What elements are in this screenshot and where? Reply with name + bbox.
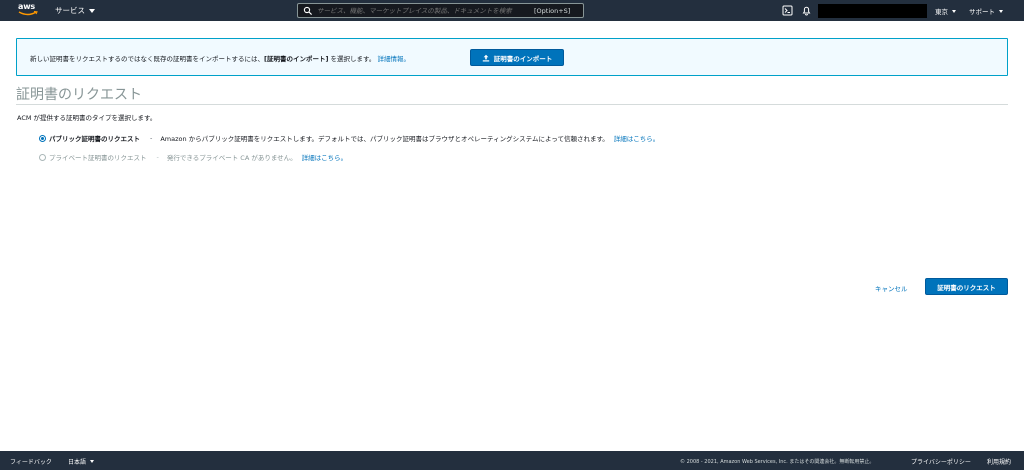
services-label: サービス [55,6,85,15]
chevron-down-icon [89,8,95,13]
option-label: パブリック証明書のリクエスト [49,135,140,143]
search-box[interactable]: [Option+S] [297,3,584,18]
bell-icon[interactable] [801,5,812,16]
chevron-down-icon [90,460,95,463]
copyright-text: © 2008 - 2021, Amazon Web Services, Inc.… [680,459,875,465]
banner-text-before: 新しい証明書をリクエストするのではなく既存の証明書をインポートするには、 [30,55,264,63]
aws-logo-text: aws [18,2,35,11]
language-selector[interactable]: 日本語 [68,457,95,466]
option-separator: - [150,134,153,142]
search-shortcut: [Option+S] [534,6,571,15]
option-separator: - [156,153,159,161]
cloudshell-icon[interactable] [782,5,793,16]
banner-learn-more-link[interactable]: 詳細情報。 [377,55,410,63]
privacy-policy-link[interactable]: プライバシーポリシー [911,457,971,466]
search-input[interactable] [317,6,531,15]
radio-public-certificate[interactable] [39,134,46,142]
public-learn-more-link[interactable]: 詳細はこちら。 [614,133,660,143]
services-menu[interactable]: サービス [55,5,95,16]
private-learn-more-link[interactable]: 詳細はこちら。 [302,152,348,162]
chevron-down-icon [952,9,956,13]
cancel-button[interactable]: キャンセル [875,283,908,293]
region-label: 東京 [935,8,948,16]
support-label: サポート [969,8,995,16]
banner-text-after: を選択します。 [328,55,376,63]
option-description: Amazon からパブリック証明書をリクエストします。デフォルトでは、パブリック… [160,135,609,143]
radio-private-certificate [39,153,46,161]
radio-selected-dot [41,136,44,140]
option-description: 発行できるプライベート CA がありません。 [166,154,297,162]
support-menu[interactable]: サポート [969,6,1003,16]
account-menu-redacted[interactable] [818,4,927,18]
aws-smile-icon [18,11,38,16]
import-certificate-button[interactable]: 証明書のインポート [470,49,564,66]
title-divider [16,104,1008,105]
aws-logo[interactable]: aws [18,2,40,19]
footer-bar: フィードバック 日本語 © 2008 - 2021, Amazon Web Se… [0,451,1024,470]
option-private-certificate: プライベート証明書のリクエスト - 発行できるプライベート CA がありません。… [39,152,347,162]
feedback-link[interactable]: フィードバック [10,457,52,466]
import-button-label: 証明書のインポート [493,54,553,63]
banner-text-bold: [証明書のインポート] [264,55,329,63]
upload-icon [482,54,489,61]
request-certificate-button[interactable]: 証明書のリクエスト [925,278,1008,295]
banner-text: 新しい証明書をリクエストするのではなく既存の証明書をインポートするには、[証明書… [30,53,410,63]
language-label: 日本語 [68,459,87,466]
import-info-banner: 新しい証明書をリクエストするのではなく既存の証明書をインポートするには、[証明書… [16,38,1008,76]
option-public-certificate[interactable]: パブリック証明書のリクエスト - Amazon からパブリック証明書をリクエスト… [39,133,659,143]
page-title: 証明書のリクエスト [16,87,142,103]
search-icon [303,6,313,15]
terms-link[interactable]: 利用規約 [987,457,1011,466]
option-label: プライベート証明書のリクエスト [49,154,147,162]
page-subtitle: ACM が提供する証明書のタイプを選択します。 [17,114,157,122]
region-selector[interactable]: 東京 [935,6,956,16]
top-navigation-bar: aws サービス [Option+S] 東京 サポート [0,0,1024,21]
chevron-down-icon [999,9,1003,13]
